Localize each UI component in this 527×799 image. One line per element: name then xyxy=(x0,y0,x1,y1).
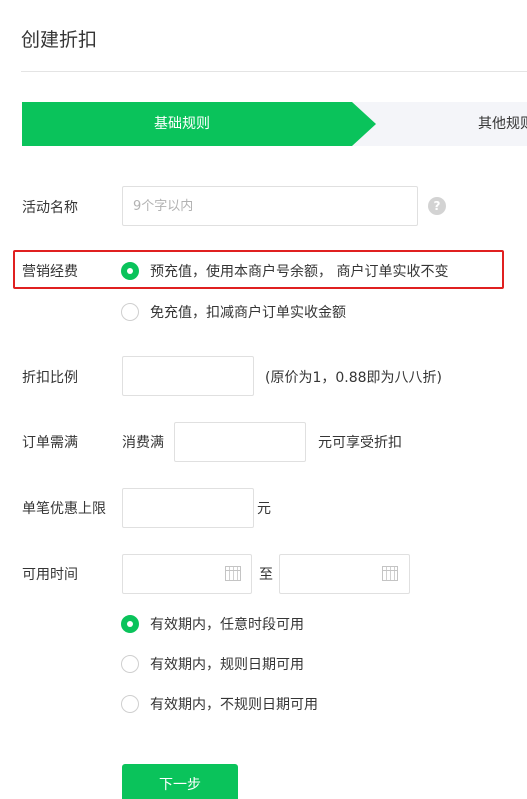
max-discount-suffix: 元 xyxy=(257,501,271,517)
step-other-rules-label[interactable]: 其他规则 xyxy=(478,102,527,146)
activity-name-label: 活动名称 xyxy=(22,200,78,216)
next-step-button[interactable]: 下一步 xyxy=(122,764,238,799)
radio-label: 有效期内，不规则日期可用 xyxy=(150,697,318,713)
available-time-label: 可用时间 xyxy=(22,567,78,583)
create-discount-page: 创建折扣 基础规则 其他规则 活动名称 ? 营销经费 预充值，使用本商户号余额，… xyxy=(0,0,527,799)
radio-checked-icon[interactable] xyxy=(121,615,139,633)
radio-label: 有效期内，任意时段可用 xyxy=(150,617,304,633)
order-threshold-prefix: 消费满 xyxy=(122,435,164,451)
max-discount-input[interactable] xyxy=(122,488,254,528)
max-discount-label: 单笔优惠上限 xyxy=(22,501,106,517)
radio-label: 预充值，使用本商户号余额， 商户订单实收不变 xyxy=(150,264,449,280)
step-progress-bar: 基础规则 其他规则 xyxy=(22,102,527,146)
order-threshold-label: 订单需满 xyxy=(22,435,78,451)
radio-unchecked-icon[interactable] xyxy=(121,695,139,713)
calendar-icon[interactable] xyxy=(382,566,398,581)
radio-label: 有效期内，规则日期可用 xyxy=(150,657,304,673)
time-option-regular[interactable]: 有效期内，规则日期可用 xyxy=(121,654,304,674)
order-threshold-suffix: 元可享受折扣 xyxy=(318,435,402,451)
date-range-separator: 至 xyxy=(259,567,273,583)
marketing-fee-label: 营销经费 xyxy=(22,264,78,280)
discount-ratio-input[interactable] xyxy=(122,356,254,396)
radio-checked-icon[interactable] xyxy=(121,262,139,280)
discount-ratio-label: 折扣比例 xyxy=(22,370,78,386)
page-title: 创建折扣 xyxy=(21,29,98,51)
step-arrow xyxy=(352,102,376,146)
title-divider xyxy=(21,71,527,72)
question-circle-icon[interactable]: ? xyxy=(428,197,446,215)
step-basic-rules-label: 基础规则 xyxy=(154,116,210,132)
discount-ratio-hint: (原价为1，0.88即为八八折) xyxy=(265,370,443,386)
marketing-fee-option-prepaid[interactable]: 预充值，使用本商户号余额， 商户订单实收不变 xyxy=(121,261,448,281)
activity-name-input[interactable] xyxy=(122,186,418,226)
marketing-fee-option-free[interactable]: 免充值，扣减商户订单实收金额 xyxy=(121,302,346,322)
radio-unchecked-icon[interactable] xyxy=(121,303,139,321)
radio-unchecked-icon[interactable] xyxy=(121,655,139,673)
time-option-any[interactable]: 有效期内，任意时段可用 xyxy=(121,614,304,634)
calendar-icon[interactable] xyxy=(225,566,241,581)
radio-label: 免充值，扣减商户订单实收金额 xyxy=(150,305,346,321)
order-threshold-input[interactable] xyxy=(174,422,306,462)
time-option-irregular[interactable]: 有效期内，不规则日期可用 xyxy=(121,694,318,714)
